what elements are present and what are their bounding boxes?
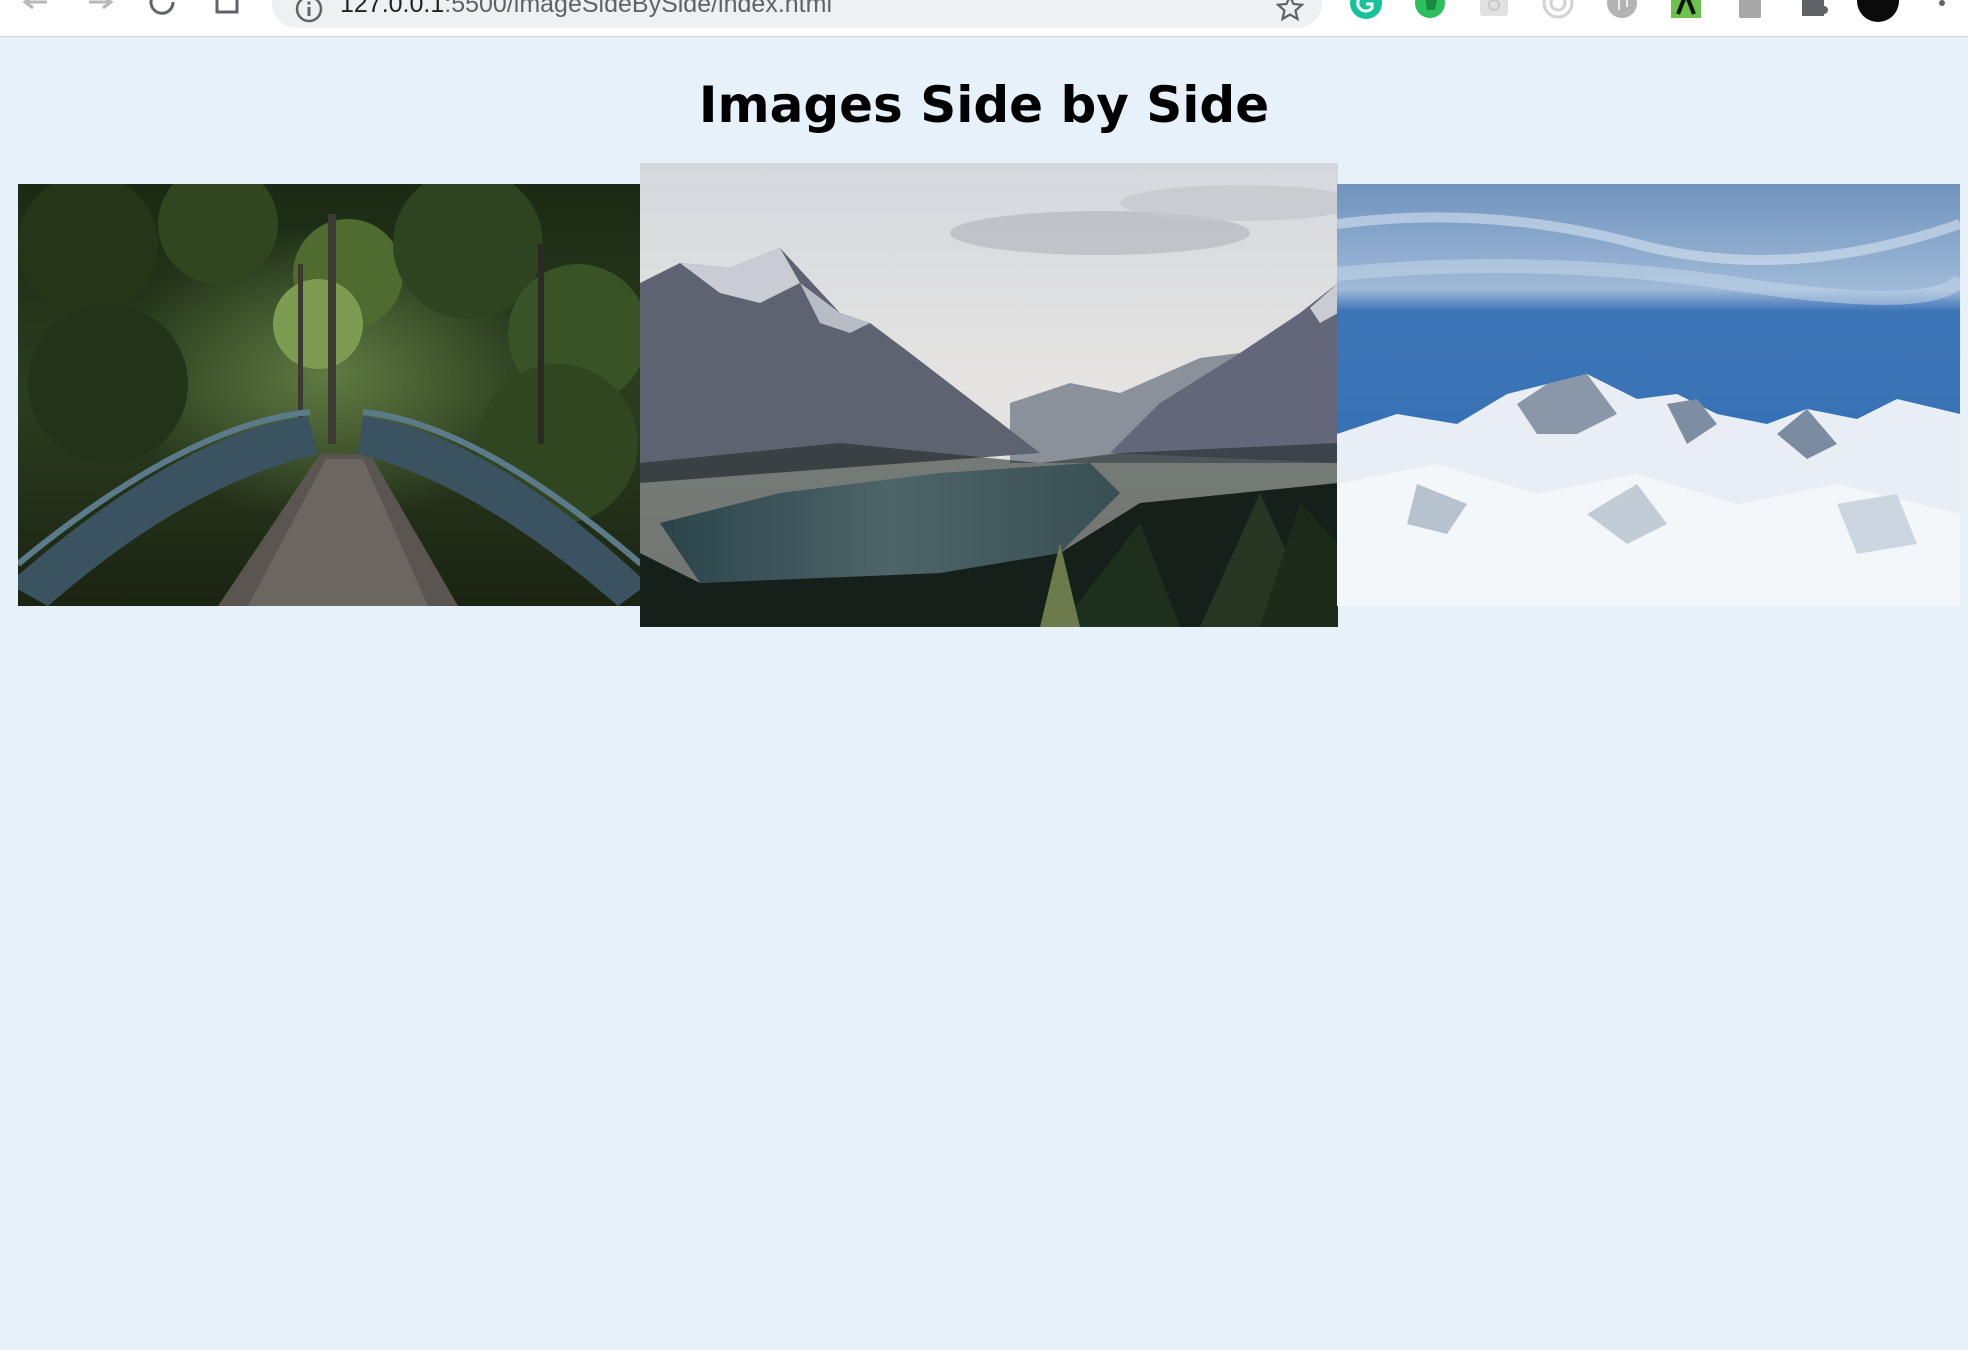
puzzle-icon[interactable] <box>1797 0 1831 20</box>
bookmark-star-icon[interactable] <box>1275 0 1305 26</box>
url-text: 127.0.0.1:5500/imageSideBySide/index.htm… <box>340 0 832 19</box>
grammarly-icon[interactable] <box>1349 0 1383 20</box>
site-info-icon[interactable] <box>294 0 324 28</box>
mountain-lake-image <box>640 163 1338 627</box>
url-path: :5500/imageSideBySide/index.html <box>444 0 832 18</box>
address-bar[interactable]: 127.0.0.1:5500/imageSideBySide/index.htm… <box>272 0 1322 28</box>
home-icon[interactable] <box>207 0 247 20</box>
music-icon[interactable] <box>1605 0 1639 20</box>
kebab-menu-icon[interactable] <box>1925 0 1959 20</box>
profile-avatar[interactable] <box>1857 0 1899 22</box>
page-title: Images Side by Side <box>698 76 1270 134</box>
evernote-icon[interactable] <box>1413 0 1447 20</box>
target-icon[interactable] <box>1541 0 1575 20</box>
clipboard-icon[interactable] <box>1733 0 1767 20</box>
pixel-app-icon[interactable] <box>1669 0 1703 20</box>
snowy-mountains-image <box>1337 184 1960 606</box>
toolbox-icon[interactable] <box>1477 0 1511 20</box>
back-icon[interactable] <box>16 0 56 20</box>
browser-toolbar: 127.0.0.1:5500/imageSideBySide/index.htm… <box>0 0 1968 37</box>
url-host: 127.0.0.1 <box>340 0 445 18</box>
forward-icon[interactable] <box>80 0 120 20</box>
reload-icon[interactable] <box>143 0 183 20</box>
forest-bridge-image <box>18 184 641 606</box>
